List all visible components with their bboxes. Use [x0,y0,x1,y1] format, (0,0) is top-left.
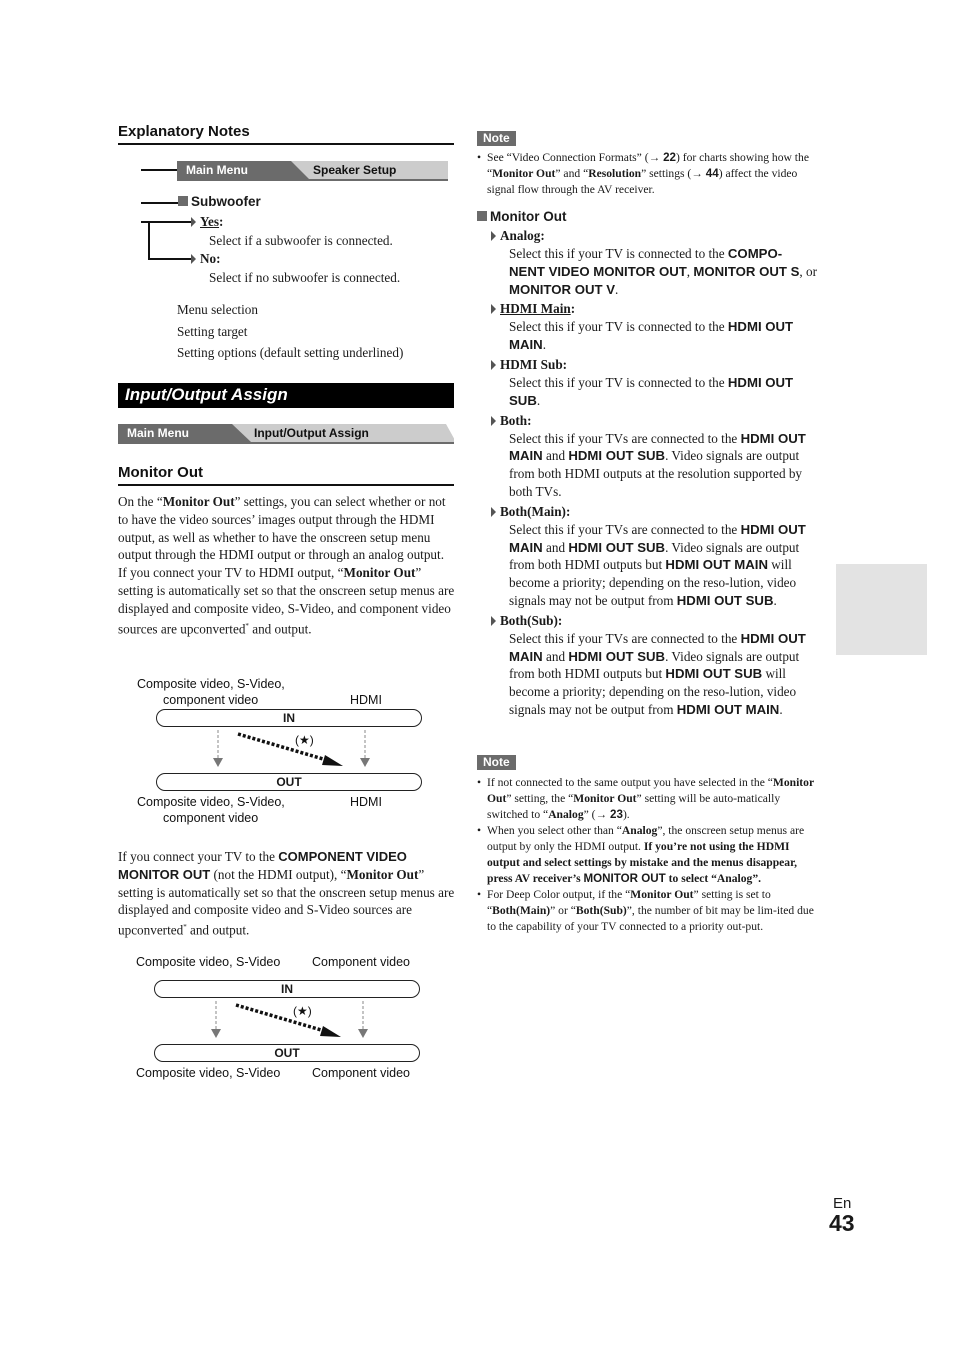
upconvert-marker: (★) [295,733,314,747]
option-analog: Analog: Select this if your TV is connec… [491,227,817,298]
out-pill: OUT [156,773,422,791]
diagram-label: Component video [312,955,410,969]
diagram-label: component video [163,693,259,707]
option-hdmi-sub: HDMI Sub: Select this if your TV is conn… [491,356,817,410]
signal-arrows [213,730,370,767]
triangle-bullet-icon [191,254,196,264]
explanatory-notes-heading: Explanatory Notes [118,123,250,140]
component-paragraph: If you connect your TV to the COMPONENT … [118,849,455,938]
breadcrumb-main-menu: Main Menu [127,426,189,440]
triangle-bullet-icon [491,359,496,370]
option-both-sub: Both(Sub): Select this if your TVs are c… [491,612,817,719]
chapter-tab [836,564,927,655]
breadcrumb-main-menu: Main Menu [186,163,248,177]
diagram-label: Composite video, S-Video, [137,795,285,809]
triangle-bullet-icon [491,615,496,626]
option-hdmi-main: HDMI Main: Select this if your TV is con… [491,300,817,354]
legend-setting-options: Setting options (default setting underli… [177,345,404,360]
triangle-bullet-icon [491,415,496,426]
legend-menu-selection: Menu selection [177,302,258,317]
option-no: No: Select if no subwoofer is connected. [191,250,451,287]
out-pill: OUT [154,1044,420,1062]
upconvert-marker: (★) [293,1004,312,1018]
setting-title-subwoofer: Subwoofer [178,194,261,209]
diagram-label: HDMI [350,795,382,809]
leader-line-setting [141,202,178,204]
heading-rule [118,143,454,145]
leader-line-options-vertical [148,221,150,259]
page-number: 43 [829,1210,855,1236]
leader-line-menu [141,169,177,171]
diagram-label: Composite video, S-Video [136,955,281,969]
setting-title-monitor-out: Monitor Out [477,209,566,224]
in-pill: IN [156,709,422,727]
triangle-bullet-icon [491,304,496,315]
intro-paragraph: On the “Monitor Out” settings, you can s… [118,494,455,636]
note-item: If not connected to the same output you … [477,775,817,823]
breadcrumb-speaker-setup: Main Menu Speaker Setup [177,161,448,181]
section-title: Input/Output Assign [118,383,454,408]
heading-rule [118,484,454,486]
square-bullet-icon [477,211,487,221]
diagram-label: Component video [312,1066,410,1080]
note-video-formats: See “Video Connection Formats” (→ 22) fo… [477,150,817,198]
note-badge: Note [477,755,516,770]
option-both-main: Both(Main): Select this if your TVs are … [491,503,817,610]
note-item: When you select other than “Analog”, the… [477,823,817,887]
triangle-bullet-icon [491,231,496,241]
monitor-out-options: Analog: Select this if your TV is connec… [491,227,817,719]
signal-arrows [211,1001,368,1038]
breadcrumb-target: Speaker Setup [313,163,397,177]
note-item: For Deep Color output, if the “Monitor O… [477,887,817,935]
option-both: Both: Select this if your TVs are connec… [491,412,817,501]
leader-line-options-bottom [148,258,191,260]
diagram-label: HDMI [350,693,382,707]
in-pill: IN [154,980,420,998]
breadcrumb-target: Input/Output Assign [254,426,369,440]
square-bullet-icon [178,196,188,206]
triangle-bullet-icon [491,506,496,517]
note-badge: Note [477,131,516,146]
monitor-out-heading: Monitor Out [118,464,203,481]
legend-setting-target: Setting target [177,324,248,339]
triangle-bullet-icon [191,217,196,227]
diagram-label: Composite video, S-Video, [137,677,285,691]
breadcrumb-io-assign: Main Menu Input/Output Assign [118,424,456,444]
diagram-label: Composite video, S-Video [136,1066,281,1080]
notes-list: If not connected to the same output you … [477,775,817,935]
option-yes: Yes: Select if a subwoofer is connected. [191,213,451,250]
diagram-label: component video [163,811,259,825]
